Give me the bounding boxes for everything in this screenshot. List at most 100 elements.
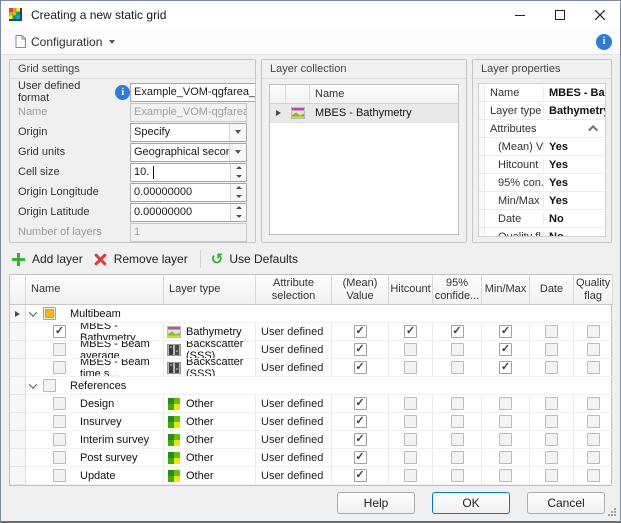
resize-grip[interactable] xyxy=(607,508,616,517)
confidence-checkbox[interactable] xyxy=(451,433,464,446)
attribute-selection-cell[interactable]: User defined xyxy=(256,395,332,413)
min-max-checkbox[interactable] xyxy=(499,433,512,446)
mean-value-checkbox[interactable] xyxy=(354,469,367,482)
min-max-checkbox[interactable] xyxy=(499,361,512,374)
quality-flag-checkbox[interactable] xyxy=(587,469,600,482)
confidence-checkbox[interactable] xyxy=(451,397,464,410)
table-row-name[interactable]: Insurvey xyxy=(26,413,164,431)
origin-longitude-stepper[interactable] xyxy=(230,184,246,201)
ok-button[interactable]: OK xyxy=(432,492,510,514)
mean-value-checkbox[interactable] xyxy=(354,397,367,410)
layer-checkbox[interactable] xyxy=(53,397,66,410)
min-max-checkbox[interactable] xyxy=(499,343,512,356)
maximize-button[interactable] xyxy=(540,1,580,29)
hitcount-checkbox[interactable] xyxy=(404,451,417,464)
group-row-references[interactable]: References xyxy=(26,377,613,395)
row-selector[interactable] xyxy=(10,359,26,377)
layer-checkbox[interactable] xyxy=(53,451,66,464)
confidence-checkbox[interactable] xyxy=(451,469,464,482)
layer-checkbox[interactable] xyxy=(53,433,66,446)
attribute-selection-cell[interactable]: User defined xyxy=(256,323,332,341)
mean-value-checkbox[interactable] xyxy=(354,451,367,464)
date-checkbox[interactable] xyxy=(545,415,558,428)
mean-value-checkbox[interactable] xyxy=(354,325,367,338)
user-defined-format-input[interactable]: Example_VOM-qgfarea_LatL xyxy=(130,83,256,102)
configuration-menu[interactable]: Configuration xyxy=(9,33,121,51)
attribute-selection-cell[interactable]: User defined xyxy=(256,467,332,485)
layer-collection-row[interactable]: MBES - Bathymetry xyxy=(270,104,458,123)
min-max-checkbox[interactable] xyxy=(499,325,512,338)
hitcount-checkbox[interactable] xyxy=(404,343,417,356)
min-max-checkbox[interactable] xyxy=(499,451,512,464)
table-row-name[interactable]: MBES - Bathymetry xyxy=(26,323,164,341)
mean-value-checkbox[interactable] xyxy=(354,433,367,446)
quality-flag-checkbox[interactable] xyxy=(587,343,600,356)
table-row-name[interactable]: Update xyxy=(26,467,164,485)
spin-down-icon[interactable] xyxy=(231,192,246,201)
group-checkbox[interactable] xyxy=(43,307,56,320)
spin-up-icon[interactable] xyxy=(231,204,246,213)
remove-layer-button[interactable]: Remove layer xyxy=(91,249,196,270)
attribute-selection-cell[interactable]: User defined xyxy=(256,431,332,449)
info-icon[interactable]: i xyxy=(596,34,612,50)
expander-chevron-icon[interactable] xyxy=(29,308,37,316)
date-checkbox[interactable] xyxy=(545,343,558,356)
mean-value-checkbox[interactable] xyxy=(354,343,367,356)
group-row-multibeam[interactable]: Multibeam xyxy=(26,305,613,323)
group-checkbox[interactable] xyxy=(43,379,56,392)
spin-up-icon[interactable] xyxy=(231,184,246,193)
chevron-down-icon[interactable] xyxy=(229,124,246,141)
row-selector[interactable] xyxy=(10,413,26,431)
spin-up-icon[interactable] xyxy=(231,164,246,173)
use-defaults-button[interactable]: ↺ Use Defaults xyxy=(209,249,306,270)
date-checkbox[interactable] xyxy=(545,361,558,374)
row-selector[interactable] xyxy=(10,467,26,485)
chevron-down-icon[interactable] xyxy=(229,144,246,161)
quality-flag-checkbox[interactable] xyxy=(587,325,600,338)
spin-down-icon[interactable] xyxy=(231,212,246,221)
quality-flag-checkbox[interactable] xyxy=(587,433,600,446)
add-layer-button[interactable]: Add layer xyxy=(9,249,91,270)
attribute-selection-cell[interactable]: User defined xyxy=(256,341,332,359)
confidence-checkbox[interactable] xyxy=(451,451,464,464)
hitcount-checkbox[interactable] xyxy=(404,361,417,374)
row-selector[interactable] xyxy=(10,305,26,323)
hitcount-checkbox[interactable] xyxy=(404,469,417,482)
cell-size-input[interactable]: 10. xyxy=(130,163,247,182)
cancel-button[interactable]: Cancel xyxy=(527,492,605,514)
row-selector[interactable] xyxy=(10,377,26,395)
date-checkbox[interactable] xyxy=(545,433,558,446)
attribute-selection-cell[interactable]: User defined xyxy=(256,359,332,377)
origin-longitude-input[interactable]: 0.00000000 xyxy=(130,183,247,202)
attribute-selection-cell[interactable]: User defined xyxy=(256,413,332,431)
mean-value-checkbox[interactable] xyxy=(354,361,367,374)
layer-checkbox[interactable] xyxy=(53,343,66,356)
hitcount-checkbox[interactable] xyxy=(404,325,417,338)
attribute-selection-cell[interactable]: User defined xyxy=(256,449,332,467)
confidence-checkbox[interactable] xyxy=(451,361,464,374)
layer-checkbox[interactable] xyxy=(53,361,66,374)
cell-size-stepper[interactable] xyxy=(230,164,246,181)
row-selector[interactable] xyxy=(10,431,26,449)
layer-checkbox[interactable] xyxy=(53,415,66,428)
date-checkbox[interactable] xyxy=(545,451,558,464)
table-row-name[interactable]: MBES - Beam time s... xyxy=(26,359,164,377)
date-checkbox[interactable] xyxy=(545,397,558,410)
origin-combobox[interactable]: Specify xyxy=(130,123,247,142)
hitcount-checkbox[interactable] xyxy=(404,433,417,446)
table-row-name[interactable]: Interim survey xyxy=(26,431,164,449)
layer-checkbox[interactable] xyxy=(53,325,66,338)
origin-latitude-stepper[interactable] xyxy=(230,204,246,221)
min-max-checkbox[interactable] xyxy=(499,397,512,410)
date-checkbox[interactable] xyxy=(545,325,558,338)
expander-chevron-icon[interactable] xyxy=(29,380,37,388)
confidence-checkbox[interactable] xyxy=(451,343,464,356)
layer-checkbox[interactable] xyxy=(53,469,66,482)
confidence-checkbox[interactable] xyxy=(451,415,464,428)
property-category-attributes[interactable]: Attributes xyxy=(479,120,605,138)
close-button[interactable] xyxy=(580,1,620,29)
table-row-name[interactable]: Design xyxy=(26,395,164,413)
row-selector[interactable] xyxy=(10,395,26,413)
field-info-icon[interactable]: i xyxy=(115,85,130,100)
help-button[interactable]: Help xyxy=(337,492,415,514)
